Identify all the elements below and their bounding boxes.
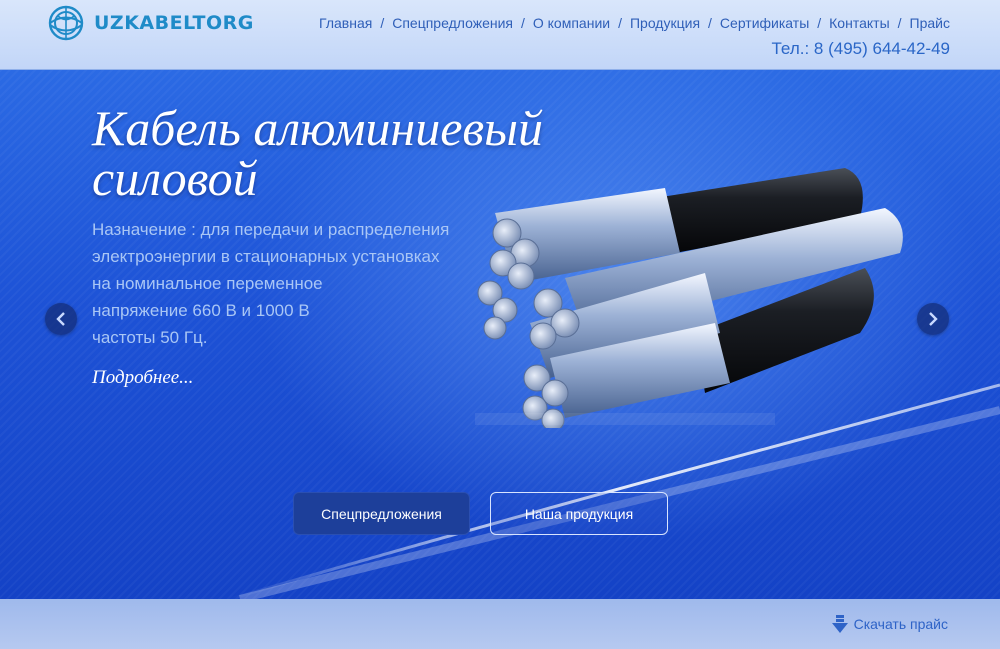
download-arrow-icon xyxy=(831,615,848,633)
more-link[interactable]: Подробнее... xyxy=(92,367,193,389)
nav-separator: / xyxy=(708,15,712,31)
slide-description: Назначение : для передачи и распределени… xyxy=(92,216,482,351)
description-line: на номинальное переменное xyxy=(92,274,323,293)
description-line: электроэнергии в стационарных установках xyxy=(92,247,440,266)
hero-slider: Кабель алюминиевый силовой Назначение : … xyxy=(0,70,1000,599)
site-header: UZKABELTORG Главная / Спецпредложения / … xyxy=(0,0,1000,70)
download-price-link[interactable]: Скачать прайс xyxy=(831,614,948,634)
logo-emblem-icon xyxy=(48,5,84,41)
cable-product-image xyxy=(475,168,903,428)
nav-item-certificates[interactable]: Сертификаты xyxy=(720,15,809,31)
nav-item-special-offers[interactable]: Спецпредложения xyxy=(392,15,513,31)
slider-next-button[interactable] xyxy=(917,303,949,335)
nav-separator: / xyxy=(618,15,622,31)
nav-separator: / xyxy=(520,15,525,31)
our-products-button[interactable]: Наша продукция xyxy=(490,492,668,535)
nav-item-products[interactable]: Продукция xyxy=(630,15,700,31)
description-line: частоты 50 Гц. xyxy=(92,328,208,347)
logo-text: UZKABELTORG xyxy=(94,12,254,34)
phone-number: Тел.: 8 (495) 644-42-49 xyxy=(771,39,951,58)
special-offers-button[interactable]: Спецпредложения xyxy=(293,492,470,535)
nav-separator: / xyxy=(380,15,385,31)
nav-item-contacts[interactable]: Контакты xyxy=(829,15,889,31)
nav-item-price[interactable]: Прайс xyxy=(910,15,950,31)
slider-prev-button[interactable] xyxy=(45,303,77,335)
nav-item-about[interactable]: О компании xyxy=(533,15,610,31)
logo[interactable]: UZKABELTORG xyxy=(46,4,254,42)
nav-item-home[interactable]: Главная xyxy=(319,15,372,31)
main-nav: Главная / Спецпредложения / О компании /… xyxy=(319,15,950,31)
chevron-left-icon xyxy=(56,312,65,326)
chevron-right-icon xyxy=(929,312,938,326)
site-footer: Скачать прайс xyxy=(0,599,1000,649)
download-price-label: Скачать прайс xyxy=(853,616,948,632)
slide-title-line: Кабель алюминиевый xyxy=(92,100,543,156)
nav-separator: / xyxy=(897,15,902,31)
description-line: Назначение : для передачи и распределени… xyxy=(92,220,450,239)
nav-separator: / xyxy=(817,15,822,31)
description-line: напряжение 660 В и 1000 В xyxy=(92,301,310,320)
